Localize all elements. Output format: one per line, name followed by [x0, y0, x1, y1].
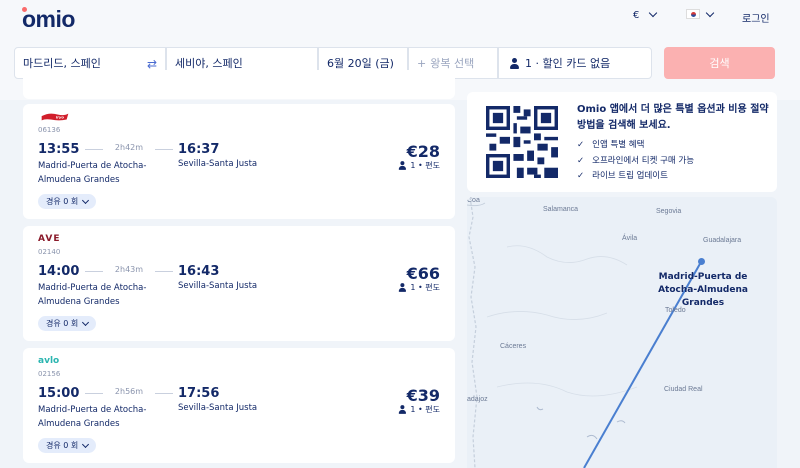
departure-station: Madrid-Puerta de Atocha-Almudena Grandes	[38, 283, 147, 307]
stops-label: 경유 0 회	[46, 197, 79, 206]
stops-toggle[interactable]: 경유 0 회	[38, 438, 97, 453]
person-icon	[509, 57, 519, 69]
logo[interactable]: omio	[22, 6, 75, 33]
arrival-time: 17:56	[178, 386, 220, 401]
arrival-time: 16:37	[178, 142, 220, 157]
person-icon	[398, 405, 407, 414]
train-code: 02140	[38, 248, 61, 256]
train-code: 06136	[38, 126, 61, 134]
promo-item: 라이브 트립 업데이트	[577, 169, 694, 185]
result-card[interactable]: iryo 06136 13:55 2h42m 16:37 Madrid-Puer…	[23, 104, 455, 219]
promo-item: 인앱 특별 혜택	[577, 138, 694, 154]
arrival-station: Sevilla-Santa Justa	[178, 159, 258, 169]
date-value: 6월 20일 (금)	[327, 57, 394, 70]
destination-label: Madrid-Puerta de Atocha-Almudena Grandes	[658, 272, 748, 308]
stops-label: 경유 0 회	[46, 319, 79, 328]
price: €28	[406, 142, 440, 161]
departure-station: Madrid-Puerta de Atocha-Almudena Grandes	[38, 161, 147, 185]
pax-text: 1 • 편도	[410, 283, 440, 292]
promo-title: Omio 앱에서 더 많은 특별 옵션과 비용 절약 방법을 검색해 보세요.	[577, 104, 769, 131]
price: €66	[406, 264, 440, 283]
chevron-down-icon	[82, 440, 90, 448]
swap-icon[interactable]: ⇄	[147, 57, 157, 71]
operator-name: iryo	[56, 116, 65, 120]
city-label: Guadalajara	[703, 237, 742, 244]
city-label: Ávila	[622, 235, 638, 242]
duration: 2h42m	[83, 143, 175, 152]
departure-time: 14:00	[38, 264, 80, 279]
passenger-field[interactable]: 1 · 할인 카드 없음	[498, 47, 652, 79]
arrival-station: Sevilla-Santa Justa	[178, 403, 258, 413]
arrival-time: 16:43	[178, 264, 220, 279]
train-code: 02156	[38, 370, 61, 378]
passenger-info: 1 • 편도	[397, 160, 440, 171]
city-label: adajoz	[467, 396, 488, 403]
departure-time: 13:55	[38, 142, 80, 157]
duration: 2h56m	[83, 387, 175, 396]
person-icon	[398, 161, 407, 170]
route-map[interactable]: Coa Salamanca Segovia Ávila Guadalajara …	[467, 197, 777, 468]
departure-station: Madrid-Puerta de Atocha-Almudena Grandes	[38, 405, 147, 429]
promo-item: 오프라인에서 티켓 구매 가능	[577, 154, 694, 170]
result-card[interactable]: AVE 02140 14:00 2h43m 16:43 Madrid-Puert…	[23, 226, 455, 341]
passenger-value: 1 · 할인 카드 없음	[525, 57, 611, 70]
arrival-station: Sevilla-Santa Justa	[178, 281, 258, 291]
city-label: Coa	[467, 197, 480, 204]
stops-toggle[interactable]: 경유 0 회	[38, 194, 97, 209]
login-link[interactable]: 로그인	[742, 10, 770, 25]
duration: 2h43m	[83, 265, 175, 274]
city-label: Ciudad Real	[664, 386, 703, 393]
departure-time: 15:00	[38, 386, 80, 401]
avlo-logo-icon: avlo	[38, 356, 60, 366]
korea-flag-icon[interactable]	[686, 9, 700, 19]
city-label: Cáceres	[500, 343, 527, 350]
result-card-partial[interactable]	[23, 70, 455, 99]
city-label: Segovia	[656, 208, 682, 215]
qr-code-icon[interactable]	[486, 106, 558, 178]
passenger-info: 1 • 편도	[397, 282, 440, 293]
iryo-logo-icon: iryo	[41, 113, 69, 121]
chevron-down-icon	[82, 318, 90, 326]
ave-logo-icon: AVE	[38, 234, 61, 244]
to-value: 세비야, 스페인	[175, 57, 243, 70]
return-placeholder: 왕복 선택	[430, 57, 475, 70]
from-value: 마드리드, 스페인	[23, 57, 101, 70]
price: €39	[406, 386, 440, 405]
app-promo-card: Omio 앱에서 더 많은 특별 옵션과 비용 절약 방법을 검색해 보세요. …	[467, 92, 777, 192]
passenger-info: 1 • 편도	[397, 404, 440, 415]
pax-text: 1 • 편도	[410, 161, 440, 170]
stops-label: 경유 0 회	[46, 441, 79, 450]
search-button[interactable]: 검색	[664, 47, 775, 79]
pax-text: 1 • 편도	[410, 405, 440, 414]
chevron-down-icon	[82, 196, 90, 204]
city-label: Salamanca	[543, 206, 579, 213]
currency-selector[interactable]: €	[633, 10, 639, 21]
person-icon	[398, 283, 407, 292]
result-card[interactable]: avlo 02156 15:00 2h56m 17:56 Madrid-Puer…	[23, 348, 455, 463]
promo-list: 인앱 특별 혜택 오프라인에서 티켓 구매 가능 라이브 트립 업데이트	[577, 138, 694, 185]
plus-icon: +	[417, 56, 427, 70]
stops-toggle[interactable]: 경유 0 회	[38, 316, 97, 331]
destination-marker-icon[interactable]	[698, 258, 705, 265]
